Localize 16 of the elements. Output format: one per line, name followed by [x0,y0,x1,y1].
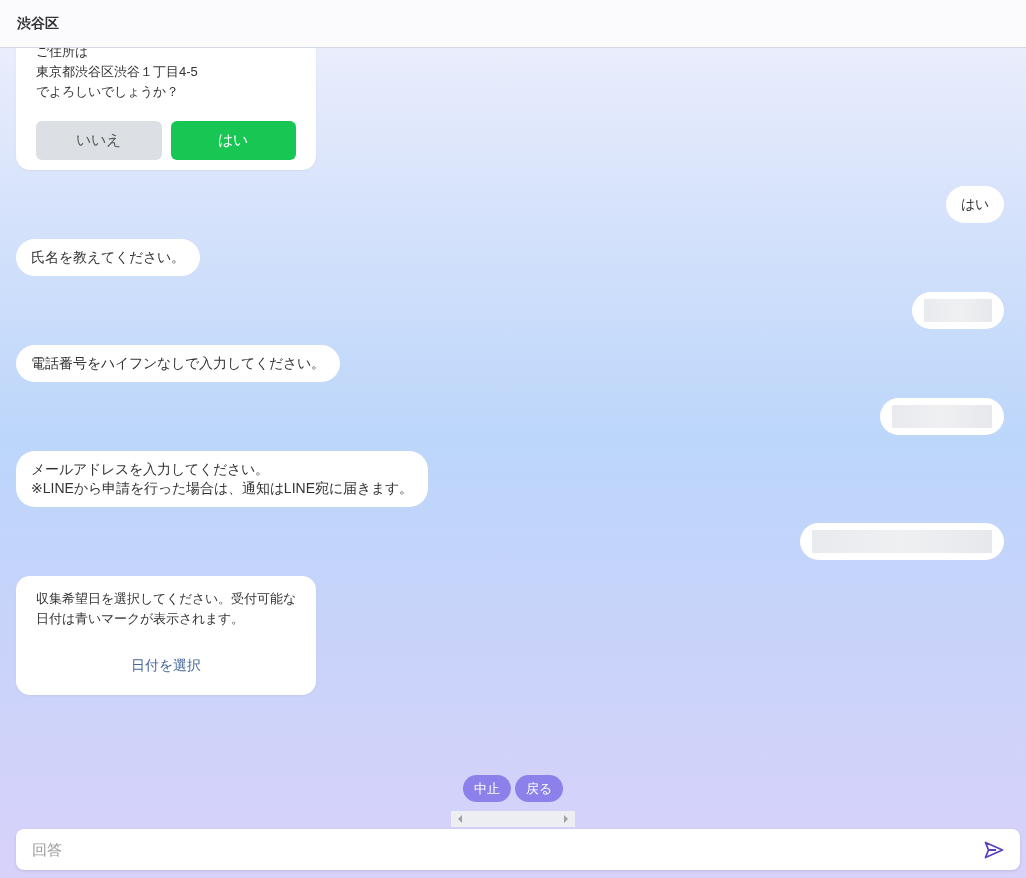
message-bubble: メールアドレスを入力してください。 ※LINEから申請を行った場合は、通知はLINE宛に届きます。 [16,451,428,507]
action-button[interactable]: 中止 [463,775,511,802]
horizontal-scrollbar[interactable] [451,811,575,827]
scroll-left-icon[interactable] [457,815,463,823]
scroll-right-icon[interactable] [563,815,569,823]
header-title: 渋谷区 [17,14,59,33]
no-button[interactable]: いいえ [36,121,162,160]
yes-button[interactable]: はい [170,121,296,160]
message-bubble: 電話番号をハイフンなしで入力してください。 [16,345,340,382]
select-date-link[interactable]: 日付を選択 [131,657,201,675]
answer-field[interactable]: 回答 [16,829,1020,870]
message-text: 収集希望日を選択してください。受付可能な 日付は青いマークが表示されます。 [36,590,296,628]
send-icon[interactable] [984,841,1004,859]
message-bubble: はい [946,186,1004,223]
action-button[interactable]: 戻る [515,775,563,802]
message-bubble: 氏名を教えてください。 [16,239,200,276]
